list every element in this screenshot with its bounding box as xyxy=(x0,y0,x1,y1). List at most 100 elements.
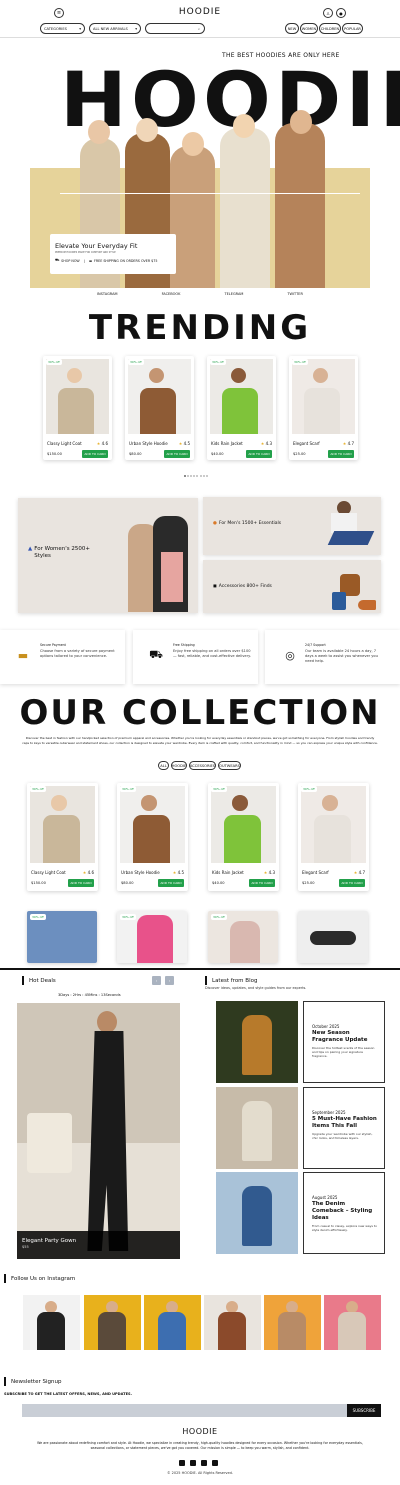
collection-card[interactable]: 30% off xyxy=(27,911,97,963)
product-name: Elegant Scarf xyxy=(302,870,329,875)
blog-title: 5 Must-Have Fashion Items This Fall xyxy=(312,1116,377,1129)
newsletter-email-input[interactable] xyxy=(22,1404,347,1417)
blog-image[interactable] xyxy=(216,1172,298,1254)
filter-popular[interactable]: POPULAR xyxy=(342,23,363,34)
filter-hoodie[interactable]: HOODIE xyxy=(171,761,187,770)
filter-children[interactable]: CHILDREN xyxy=(319,23,341,34)
categories-select[interactable]: CATEGORIES ▾ xyxy=(40,23,85,34)
bag-icon: ● xyxy=(339,10,343,16)
product-image xyxy=(211,786,276,863)
add-to-cart-button[interactable]: ADD TO CARD xyxy=(164,450,190,458)
add-to-cart-button[interactable]: ADD TO CARD xyxy=(246,450,272,458)
rating: ★ 4.3 xyxy=(260,441,272,446)
social-links: INSTAGRAM FACEBOOK TELEGRAM TWITTER xyxy=(0,292,400,296)
headset-icon: ◎ xyxy=(285,648,295,662)
blog-header: Latest from Blog xyxy=(205,976,257,985)
star-icon: ★ xyxy=(353,870,358,875)
men-category-banner[interactable]: ● For Men's 1500+ Essentials xyxy=(203,497,381,555)
add-to-cart-button[interactable]: ADD TO CARD xyxy=(82,450,108,458)
collection-title: OUR COLLECTION xyxy=(19,693,381,733)
youtube-icon[interactable] xyxy=(212,1460,218,1466)
collection-card[interactable] xyxy=(298,911,368,963)
product-name: Elegant Scarf xyxy=(293,441,320,446)
add-to-cart-button[interactable]: ADD TO CARD xyxy=(339,879,365,887)
collection-card[interactable]: 30% off xyxy=(208,911,278,963)
instagram-photo[interactable] xyxy=(264,1295,321,1350)
blog-post-card[interactable]: October 2025 New Season Fragrance Update… xyxy=(303,1001,385,1083)
subscribe-button[interactable]: SUBSCRIBE xyxy=(347,1404,381,1417)
cart-button[interactable]: ● xyxy=(336,8,346,18)
blog-post-card[interactable]: August 2025 The Denim Comeback – Styling… xyxy=(303,1172,385,1254)
filter-accessories[interactable]: ACCESSORIES xyxy=(189,761,216,770)
twitter-icon[interactable] xyxy=(179,1460,185,1466)
add-to-cart-button[interactable]: ADD TO CARD xyxy=(328,450,354,458)
hot-deal-overlay: Elegant Party Gown $55 xyxy=(17,1231,180,1259)
social-facebook[interactable]: FACEBOOK xyxy=(162,292,181,296)
blog-image[interactable] xyxy=(216,1001,298,1083)
blog-image[interactable] xyxy=(216,1087,298,1169)
instagram-photo[interactable] xyxy=(23,1295,80,1350)
accessories-category-banner[interactable]: ◼ Accessories 800+ Finds xyxy=(203,560,381,613)
chevron-down-icon: ▾ xyxy=(79,26,81,31)
instagram-icon[interactable] xyxy=(190,1460,196,1466)
search-input[interactable]: ⌕ xyxy=(145,23,205,34)
menu-button[interactable]: ≡ xyxy=(54,8,64,18)
rating: ★ 4.7 xyxy=(353,870,365,875)
star-icon: ★ xyxy=(342,441,347,446)
social-telegram[interactable]: TELEGRAM xyxy=(224,292,243,296)
arrivals-select[interactable]: ALL NEW ARRIVALS ▾ xyxy=(89,23,141,34)
product-image xyxy=(30,786,95,863)
instagram-photo[interactable] xyxy=(144,1295,201,1350)
social-twitter[interactable]: TWITTER xyxy=(287,292,303,296)
product-card[interactable]: 30% off Classy Light Coat ★ 4.6 $150.00 … xyxy=(43,356,112,460)
brand-logo[interactable]: HOODIE xyxy=(150,7,250,17)
promo-title: Elevate Your Everyday Fit xyxy=(55,242,138,250)
divider: | xyxy=(83,258,85,263)
product-price: $150.00 xyxy=(31,881,46,885)
prev-button[interactable]: ‹ xyxy=(152,976,161,985)
tag-icon: ● xyxy=(213,521,217,526)
feature-card: ◎ 24/7 Support Our team is available 24 … xyxy=(265,630,400,684)
collection-card[interactable]: 30% off xyxy=(117,911,187,963)
feature-title: Secure Payment xyxy=(40,643,66,647)
feature-title: 24/7 Support xyxy=(305,643,326,647)
accent-bar xyxy=(4,1274,6,1283)
social-instagram[interactable]: INSTAGRAM xyxy=(97,292,118,296)
hot-deal-card[interactable]: Elegant Party Gown $55 xyxy=(17,1003,180,1259)
women-category-banner[interactable]: ▲ For Women's 2500+ Styles xyxy=(18,498,198,613)
discount-badge: 30% off xyxy=(46,359,62,365)
product-card[interactable]: 30% off Urban Style Hoodie ★ 4.5 $80.00 … xyxy=(117,783,188,891)
star-icon: ★ xyxy=(263,870,268,875)
product-card[interactable]: 30% off Elegant Scarf ★ 4.7 $25.00 ADD T… xyxy=(298,783,369,891)
product-card[interactable]: 30% off Classy Light Coat ★ 4.6 $150.00 … xyxy=(27,783,98,891)
instagram-photo[interactable] xyxy=(84,1295,141,1350)
filter-outwears[interactable]: OUTWEARS xyxy=(218,761,241,770)
rating: ★ 4.6 xyxy=(82,870,94,875)
filter-new[interactable]: NEW xyxy=(285,23,299,34)
account-button[interactable]: ♙ xyxy=(323,8,333,18)
product-card[interactable]: 30% off Elegant Scarf ★ 4.7 $25.00 ADD T… xyxy=(289,356,358,460)
discount-badge: 30% off xyxy=(301,786,317,792)
add-to-cart-button[interactable]: ADD TO CARD xyxy=(158,879,184,887)
add-to-cart-button[interactable]: ADD TO CARD xyxy=(249,879,275,887)
product-card[interactable]: 30% off Kids Rain Jacket ★ 4.3 $40.00 AD… xyxy=(207,356,276,460)
blog-excerpt: Discover the hottest scents of the seaso… xyxy=(312,1046,375,1059)
blog-post-card[interactable]: September 2025 5 Must-Have Fashion Items… xyxy=(303,1087,385,1169)
product-price: $40.00 xyxy=(212,881,225,885)
star-icon: ★ xyxy=(178,441,183,446)
menu-icon: ≡ xyxy=(56,10,62,16)
filter-women[interactable]: WOMEN xyxy=(300,23,318,34)
filter-all[interactable]: ALL xyxy=(158,761,169,770)
next-button[interactable]: › xyxy=(165,976,174,985)
rating: ★ 4.7 xyxy=(342,441,354,446)
instagram-photo[interactable] xyxy=(324,1295,381,1350)
instagram-photo[interactable] xyxy=(204,1295,261,1350)
add-to-cart-button[interactable]: ADD TO CARD xyxy=(68,879,94,887)
women-models-image xyxy=(123,512,193,612)
carousel-dots[interactable] xyxy=(183,462,209,481)
product-card[interactable]: 30% off Kids Rain Jacket ★ 4.3 $40.00 AD… xyxy=(208,783,279,891)
facebook-icon[interactable] xyxy=(201,1460,207,1466)
hot-deal-image xyxy=(17,1003,180,1259)
product-card[interactable]: 30% off Urban Style Hoodie ★ 4.5 $80.00 … xyxy=(125,356,194,460)
shop-now-link[interactable]: ⛟ SHOP NOW xyxy=(55,258,80,263)
